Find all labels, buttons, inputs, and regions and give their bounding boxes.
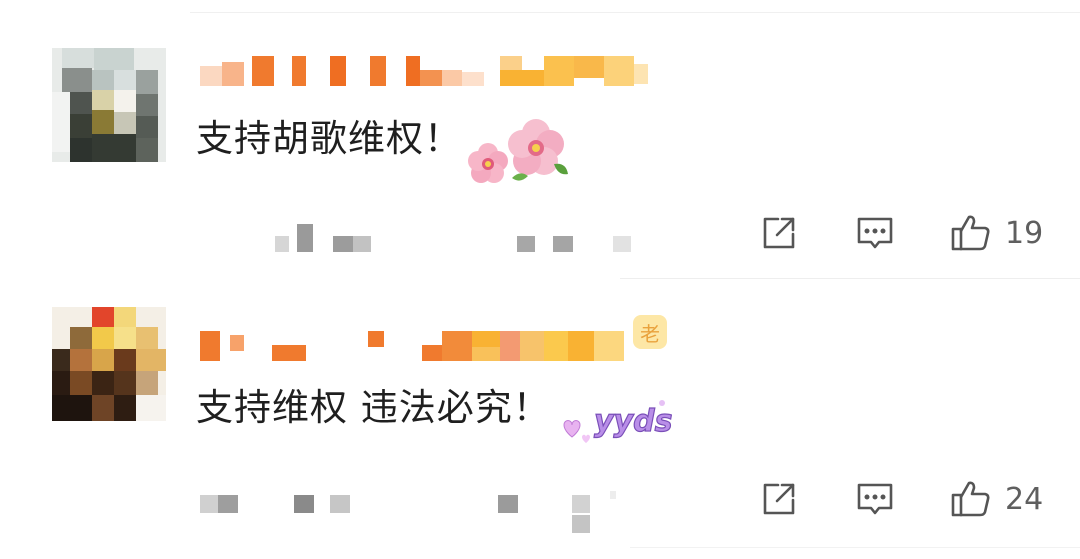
comment-actions: 24 [755,475,1043,523]
thumbs-up-icon[interactable] [947,475,995,523]
share-icon[interactable] [755,209,803,257]
like-count: 24 [1005,481,1044,517]
peach-blossom-icon [462,118,574,190]
username-blurred[interactable] [200,52,660,88]
comment-meta-blurred [275,224,635,254]
comment-item: 老 支持维权 违法必究！ yyds 24 [0,279,1080,559]
bottom-divider [630,547,1080,548]
share-icon[interactable] [755,475,803,523]
yyds-sticker-icon: yyds [556,391,673,451]
comment-text: 支持维权 违法必究！ [196,386,551,429]
level-badge: 老 [633,315,667,349]
comment-meta-blurred [200,487,620,533]
thumbs-up-icon[interactable] [947,209,995,257]
comment-icon[interactable] [851,475,899,523]
comment-text: 支持胡歌维权！ [196,117,462,160]
like-count: 19 [1005,215,1044,251]
avatar[interactable] [52,48,166,162]
comment-icon[interactable] [851,209,899,257]
comment-item: 支持胡歌维权！ 19 [0,0,1080,278]
comment-actions: 19 [755,209,1043,257]
username-blurred[interactable] [200,327,640,363]
avatar[interactable] [52,307,166,421]
yyds-sticker-text: yyds [594,404,672,439]
